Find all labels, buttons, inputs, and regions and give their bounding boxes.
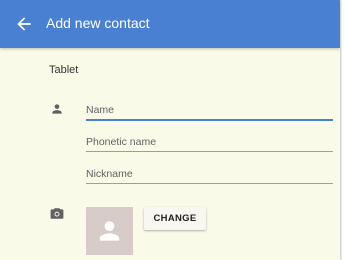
phonetic-name-underline: [86, 151, 333, 152]
nickname-input[interactable]: [86, 165, 333, 183]
phonetic-name-input[interactable]: [86, 133, 333, 151]
name-input[interactable]: [86, 101, 333, 119]
phonetic-name-field: [86, 133, 333, 153]
person-icon: [52, 104, 62, 114]
app-bar: Add new contact: [0, 0, 340, 48]
back-button[interactable]: [14, 14, 34, 34]
nickname-underline: [86, 183, 333, 184]
page-title: Add new contact: [46, 15, 150, 31]
name-field: [86, 101, 333, 121]
contact-photo-placeholder[interactable]: [86, 207, 133, 255]
nickname-field: [86, 165, 333, 185]
camera-icon: [50, 208, 64, 219]
change-photo-button[interactable]: CHANGE: [144, 207, 206, 230]
arrow-back-icon: [17, 17, 31, 31]
person-placeholder-icon: [99, 221, 120, 241]
account-label: Tablet: [49, 64, 79, 76]
name-underline: [86, 119, 333, 121]
add-contact-screen: Add new contact Tablet CHANGE: [0, 0, 340, 260]
